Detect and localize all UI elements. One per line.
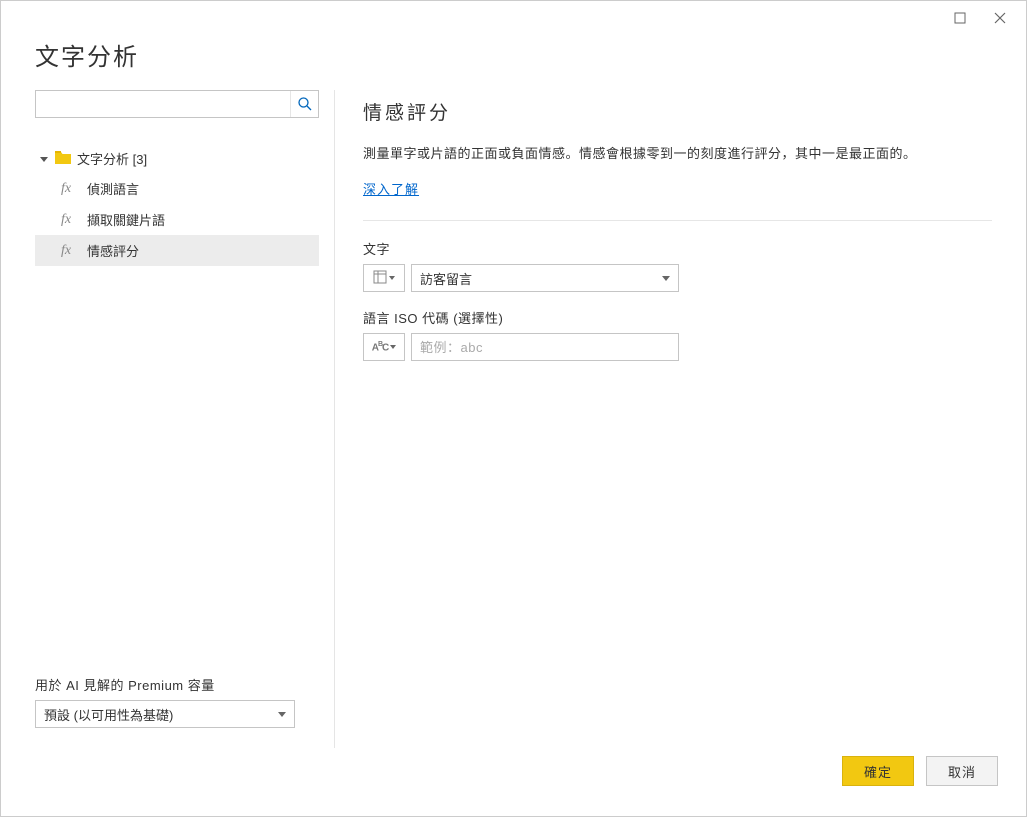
sidebar: 文字分析 [3] fx 偵測語言 fx 擷取關鍵片語 fx 情感評分 用於 AI… (35, 90, 335, 748)
premium-label: 用於 AI 見解的 Premium 容量 (35, 675, 310, 694)
field-language-label: 語言 ISO 代碼 (選擇性) (363, 308, 992, 327)
search-button[interactable] (290, 91, 318, 117)
ok-button[interactable]: 確定 (842, 756, 914, 786)
tree-item-label: 擷取關鍵片語 (87, 210, 165, 229)
premium-select-value: 預設 (以可用性為基礎) (44, 705, 173, 724)
tree-item-extract-phrases[interactable]: fx 擷取關鍵片語 (35, 204, 319, 235)
caret-down-icon (278, 712, 286, 717)
title-bar (1, 1, 1026, 35)
close-button[interactable] (980, 4, 1020, 32)
ok-button-label: 確定 (864, 762, 892, 781)
function-icon: fx (61, 181, 79, 197)
dialog-header: 文字分析 (1, 35, 1026, 90)
caret-down-icon (390, 345, 396, 349)
language-type-picker[interactable]: ABC (363, 333, 405, 361)
close-icon (994, 12, 1006, 24)
tree-item-sentiment[interactable]: fx 情感評分 (35, 235, 319, 266)
premium-capacity-select[interactable]: 預設 (以可用性為基礎) (35, 700, 295, 728)
premium-capacity-section: 用於 AI 見解的 Premium 容量 預設 (以可用性為基礎) (35, 675, 310, 748)
search-box[interactable] (35, 90, 319, 118)
folder-icon (55, 151, 71, 167)
caret-down-icon (389, 276, 395, 280)
tree-item-label: 偵測語言 (87, 179, 139, 198)
dialog-window: 文字分析 文字分析 [3] (0, 0, 1027, 817)
text-column-select[interactable]: 訪客留言 (411, 264, 679, 292)
function-icon: fx (61, 212, 79, 228)
divider (363, 220, 992, 221)
cancel-button-label: 取消 (948, 762, 976, 781)
maximize-button[interactable] (940, 4, 980, 32)
field-text-label: 文字 (363, 239, 992, 258)
chevron-down-icon (39, 155, 49, 163)
abc-icon: ABC (372, 341, 389, 353)
field-language: 語言 ISO 代碼 (選擇性) ABC (363, 308, 992, 361)
text-select-value: 訪客留言 (420, 269, 472, 288)
function-tree: 文字分析 [3] fx 偵測語言 fx 擷取關鍵片語 fx 情感評分 (35, 144, 310, 675)
learn-more-link[interactable]: 深入了解 (363, 179, 419, 198)
dialog-body: 文字分析 [3] fx 偵測語言 fx 擷取關鍵片語 fx 情感評分 用於 AI… (1, 90, 1026, 748)
tree-item-detect-language[interactable]: fx 偵測語言 (35, 173, 319, 204)
function-icon: fx (61, 243, 79, 259)
tree-item-label: 情感評分 (87, 241, 139, 260)
search-icon (297, 96, 313, 112)
search-input[interactable] (36, 91, 290, 117)
maximize-icon (954, 12, 966, 24)
cancel-button[interactable]: 取消 (926, 756, 998, 786)
column-icon (373, 270, 387, 287)
field-text: 文字 訪客留言 (363, 239, 992, 292)
dialog-footer: 確定 取消 (1, 748, 1026, 816)
description-text: 測量單字或片語的正面或負面情感。情感會根據零到一的刻度進行評分，其中一是最正面的… (363, 143, 992, 165)
caret-down-icon (662, 276, 670, 281)
section-title: 情感評分 (363, 98, 992, 125)
tree-group-label: 文字分析 [3] (77, 149, 147, 168)
text-type-picker[interactable] (363, 264, 405, 292)
dialog-title: 文字分析 (35, 37, 992, 72)
main-panel: 情感評分 測量單字或片語的正面或負面情感。情感會根據零到一的刻度進行評分，其中一… (335, 90, 992, 748)
language-input[interactable] (411, 333, 679, 361)
tree-group-text-analytics[interactable]: 文字分析 [3] (35, 144, 310, 173)
